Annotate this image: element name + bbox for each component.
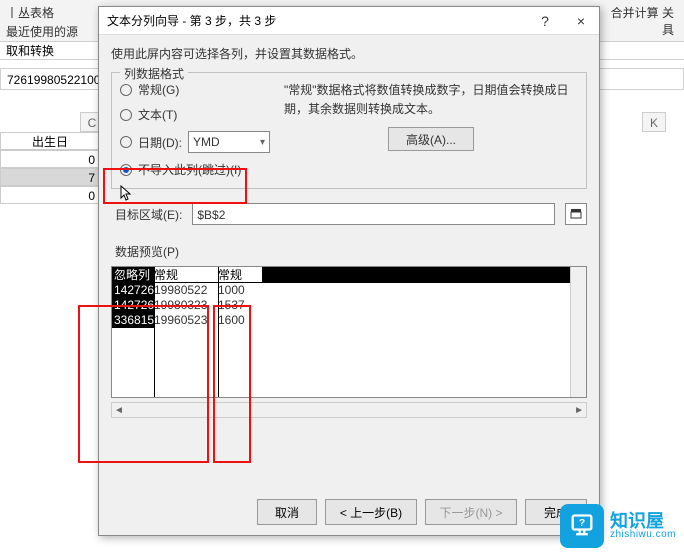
preview-vscroll[interactable] — [570, 267, 586, 397]
column-header-K[interactable]: K — [642, 112, 666, 132]
column-format-group: 列数据格式 常规(G) 文本(T) 日期(D): — [111, 72, 587, 189]
preview-col-header[interactable]: 常规 — [218, 267, 262, 283]
dialog-titlebar[interactable]: 文本分列向导 - 第 3 步，共 3 步 ? × — [99, 7, 599, 35]
cancel-button[interactable]: 取消 — [257, 499, 317, 525]
text-wizard-dialog: 文本分列向导 - 第 3 步，共 3 步 ? × 使用此屏内容可选择各列，并设置… — [98, 6, 600, 536]
help-button[interactable]: ? — [527, 7, 563, 35]
radio-icon — [120, 84, 132, 96]
next-button: 下一步(N) > — [425, 499, 517, 525]
range-picker-button[interactable] — [565, 203, 587, 225]
watermark-name: 知识屋 — [610, 512, 676, 530]
target-input[interactable]: $B$2 — [192, 203, 555, 225]
svg-text:?: ? — [579, 517, 585, 529]
radio-icon — [120, 164, 132, 176]
target-label: 目标区域(E): — [115, 206, 182, 223]
cell[interactable]: 7 — [0, 168, 100, 186]
radio-icon — [120, 109, 132, 121]
dialog-title: 文本分列向导 - 第 3 步，共 3 步 — [107, 14, 276, 28]
preview-hscroll[interactable]: ◄► — [111, 402, 587, 418]
group-legend: 列数据格式 — [120, 65, 188, 82]
radio-skip[interactable]: 不导入此列(跳过)(I) — [120, 161, 270, 178]
watermark: ? 知识屋 zhishiwu.com — [560, 504, 676, 548]
close-button[interactable]: × — [563, 7, 599, 35]
collapse-icon — [570, 208, 582, 220]
cell-header[interactable]: 出生日 — [0, 132, 100, 150]
preview-col-header[interactable]: 忽略列 — [112, 267, 154, 283]
data-preview[interactable]: 忽略列 常规 常规 142726199805221000 14272619980… — [111, 266, 587, 398]
watermark-badge-icon: ? — [560, 504, 604, 548]
date-format-select[interactable]: YMD ▾ — [188, 131, 270, 153]
cell[interactable]: 0 — [0, 186, 100, 204]
dialog-description: 使用此屏内容可选择各列，并设置其数据格式。 — [111, 45, 587, 62]
preview-col-header[interactable]: 常规 — [154, 267, 218, 283]
advanced-button[interactable]: 高级(A)... — [388, 127, 474, 151]
format-help-text: "常规"数据格式将数值转换成数字，日期值会转换成日期，其余数据则转换成文本。 — [284, 81, 578, 119]
radio-icon — [120, 136, 132, 148]
formula-bar-value: 72619980522100 — [7, 73, 100, 87]
preview-label: 数据预览(P) — [115, 243, 587, 260]
ribbon-text-right: 合并计算 关 具 — [611, 4, 674, 38]
radio-general[interactable]: 常规(G) — [120, 81, 270, 98]
chevron-down-icon: ▾ — [260, 137, 265, 148]
back-button[interactable]: < 上一步(B) — [325, 499, 417, 525]
cell[interactable]: 0 — [0, 150, 100, 168]
watermark-url: zhishiwu.com — [610, 530, 676, 540]
radio-text[interactable]: 文本(T) — [120, 106, 270, 123]
ribbon-group-label: 取和转换 — [6, 44, 54, 58]
radio-date[interactable]: 日期(D): — [120, 134, 182, 151]
